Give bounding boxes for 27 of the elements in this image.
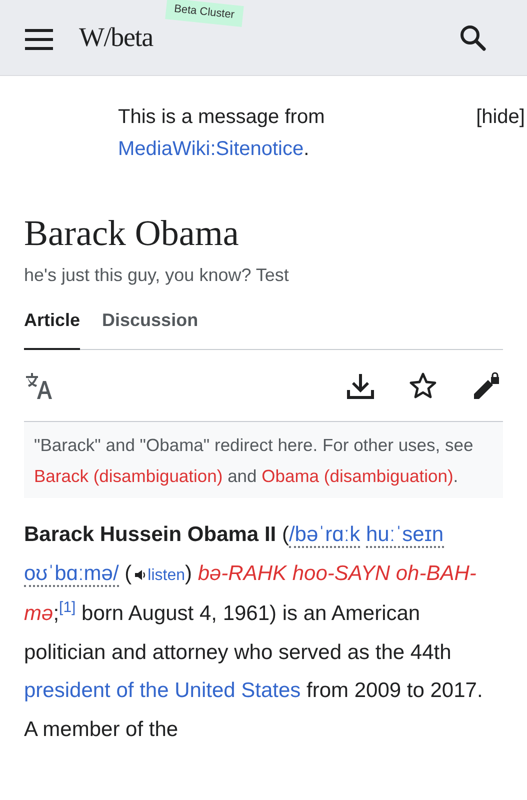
pronunciation-link[interactable]: /bəˈrɑːk xyxy=(288,523,360,548)
beta-badge: Beta Cluster xyxy=(165,0,244,26)
sitenotice-message: This is a message from MediaWiki:Sitenotice. xyxy=(118,105,326,162)
menu-icon[interactable] xyxy=(25,28,53,50)
page-tagline: he's just this guy, you know? Test xyxy=(24,264,290,287)
locked-pencil-icon[interactable] xyxy=(472,372,501,400)
language-icon[interactable] xyxy=(24,372,53,400)
download-icon[interactable] xyxy=(346,372,375,400)
hide-link[interactable]: [hide] xyxy=(476,101,525,133)
link[interactable]: Barack (disambiguation) xyxy=(34,466,223,486)
pronunciation-link[interactable]: huːˈseɪn xyxy=(366,523,444,548)
pronunciation-link[interactable]: oʊˈbɑːmə/ xyxy=(24,562,119,586)
link[interactable]: MediaWiki:Sitenotice xyxy=(118,138,304,160)
lead-paragraph: Barack Hussein Obama II (/bəˈrɑːk huːˈseɪn oʊˈbɑːmə/ ( listen) bə-RAHK hoo-SAYN oh-BAH-mə;$^{[1]}$ born August 4, 1961) is an American politician and attorney who served as the 44th president of the United States from 2009 to 2017. A member of the xyxy=(24,522,484,742)
reference-link[interactable]: [1] xyxy=(59,599,76,616)
link[interactable]: president of the United States xyxy=(24,679,301,702)
link[interactable]: Obama xyxy=(262,466,320,486)
page-tab[interactable]: Article xyxy=(24,305,80,350)
speaker-icon[interactable] xyxy=(134,568,146,580)
search-icon[interactable] xyxy=(459,24,487,52)
page-tab[interactable]: Discussion xyxy=(102,305,198,350)
link[interactable]: (disambiguation) xyxy=(324,466,454,486)
hatnote: "Barack" and "Obama" redirect here. For other uses, see Barack (disambiguation) and Obama (disambiguation). xyxy=(24,422,503,498)
star-icon[interactable] xyxy=(409,372,438,400)
page-title: Barack Obama xyxy=(24,212,240,255)
listen-link[interactable]: listen xyxy=(148,566,185,584)
site-logo[interactable]: W/beta xyxy=(79,17,153,58)
